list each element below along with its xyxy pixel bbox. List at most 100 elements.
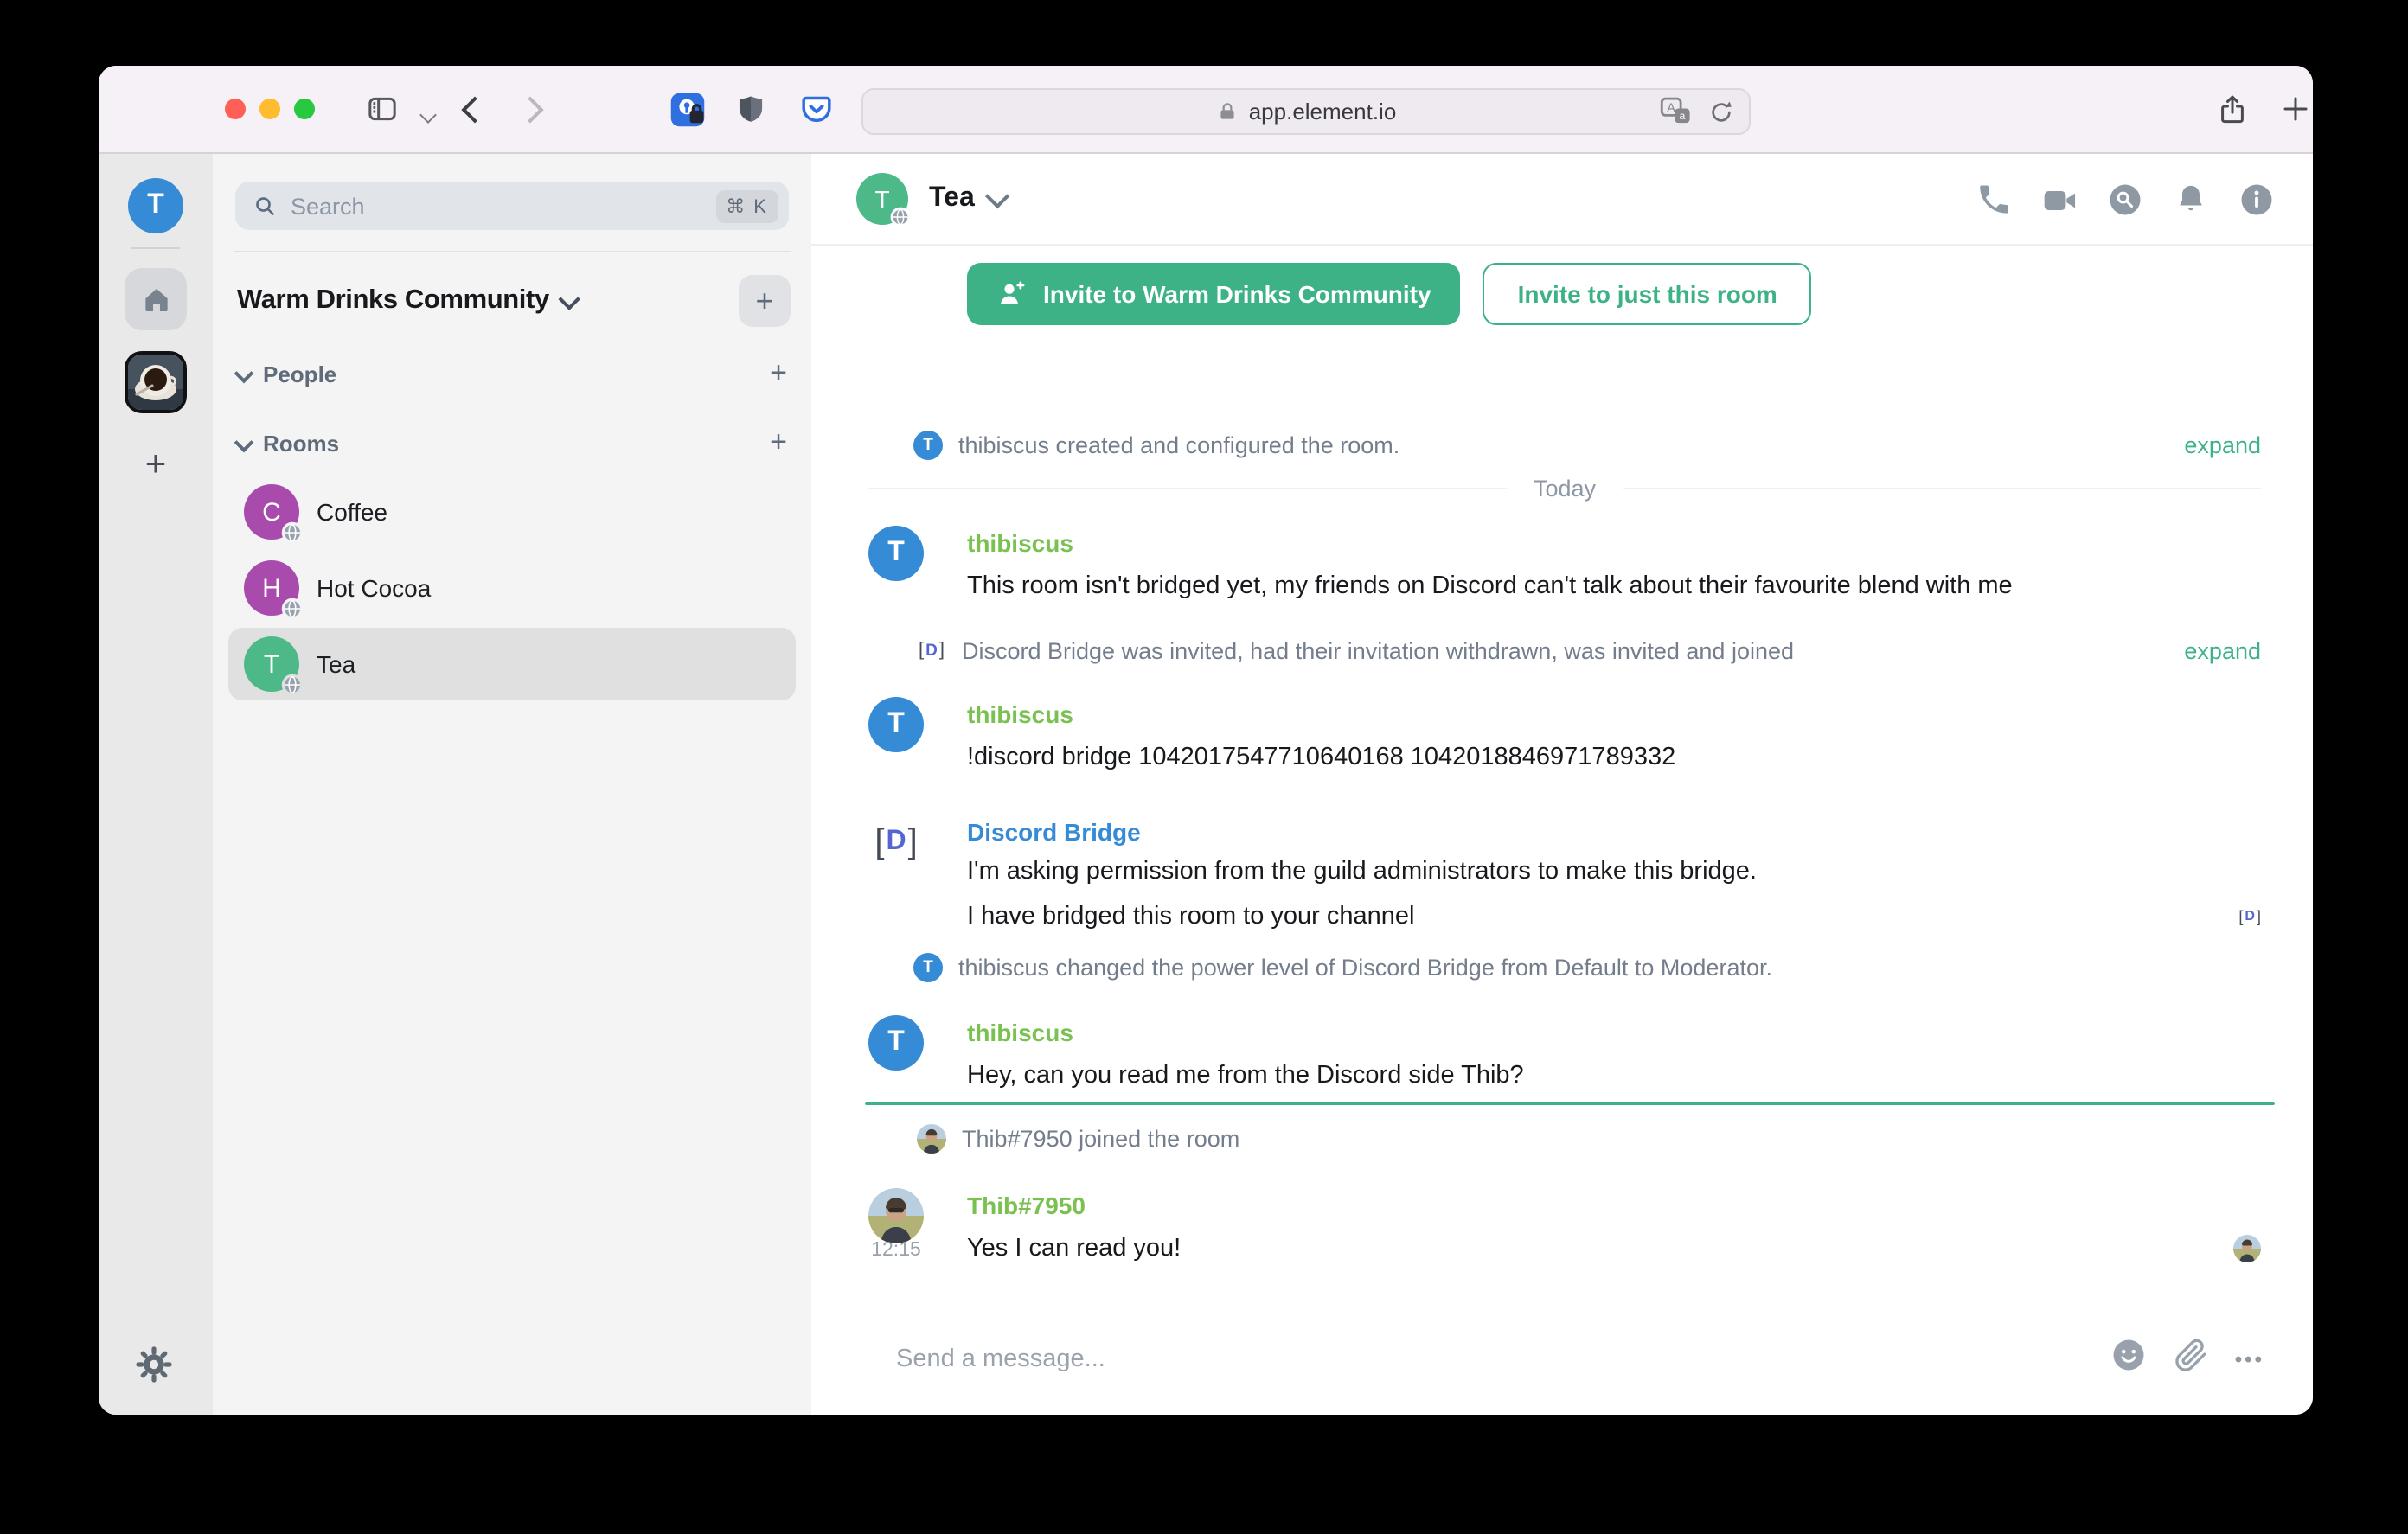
- section-rooms[interactable]: Rooms +: [234, 424, 787, 462]
- event-text: thibiscus changed the power level of Dis…: [958, 954, 1772, 980]
- message-timeline: Invite to Warm Drinks Community Invite t…: [811, 246, 2313, 1318]
- room-search-icon[interactable]: [2107, 181, 2143, 217]
- minimize-window-button[interactable]: [259, 99, 280, 119]
- date-label: Today: [1533, 475, 1597, 501]
- avatar[interactable]: T: [868, 526, 924, 581]
- sidebar-toggle-icon[interactable]: [363, 90, 401, 128]
- emoji-icon[interactable]: [2110, 1337, 2147, 1382]
- chevron-down-icon: [559, 287, 581, 310]
- reload-icon[interactable]: [1707, 98, 1735, 134]
- room-avatar: H: [244, 560, 304, 620]
- event-room-created: T thibiscus created and configured the r…: [811, 425, 2313, 463]
- divider: [131, 247, 180, 249]
- room-header-avatar[interactable]: T: [856, 173, 911, 227]
- expand-link[interactable]: expand: [2184, 431, 2261, 457]
- avatar[interactable]: T: [868, 697, 924, 752]
- avatar[interactable]: T: [868, 1015, 924, 1071]
- search-shortcut-badge: ⌘ K: [715, 189, 778, 222]
- room-item-coffee[interactable]: C Coffee: [228, 476, 796, 548]
- sender-name[interactable]: Thib#7950: [967, 1188, 2261, 1223]
- add-room-button[interactable]: +: [770, 425, 787, 460]
- room-avatar-letter: C: [262, 497, 281, 527]
- notifications-icon[interactable]: [2173, 181, 2209, 217]
- attachment-icon[interactable]: [2173, 1337, 2209, 1382]
- room-avatar: T: [244, 636, 304, 696]
- forward-icon[interactable]: [510, 90, 548, 128]
- invite-bar: Invite to Warm Drinks Community Invite t…: [967, 263, 2261, 325]
- community-name: Warm Drinks Community: [237, 285, 549, 315]
- back-icon[interactable]: [455, 90, 493, 128]
- room-info-icon[interactable]: [2238, 181, 2275, 217]
- address-bar[interactable]: app.element.io A a: [861, 88, 1751, 135]
- url-text: app.element.io: [1248, 99, 1397, 125]
- date-separator: Today: [811, 470, 2313, 505]
- password-manager-extension-icon[interactable]: [668, 90, 706, 128]
- pocket-extension-icon[interactable]: [797, 90, 836, 128]
- photo-avatar[interactable]: [868, 1188, 924, 1243]
- add-space-button[interactable]: +: [99, 441, 213, 489]
- shield-extension-icon[interactable]: [732, 90, 770, 128]
- svg-text:a: a: [1679, 110, 1685, 122]
- invite-to-room-button[interactable]: Invite to just this room: [1483, 263, 1812, 325]
- section-label: People: [263, 361, 337, 387]
- avatar: T: [913, 952, 943, 981]
- search-input[interactable]: Search ⌘ K: [235, 182, 789, 230]
- message-thib-7950: 12:15 Thib#7950 Yes I can read you!: [811, 1188, 2313, 1269]
- globe-badge-icon: [280, 521, 304, 545]
- add-people-button[interactable]: +: [770, 356, 787, 391]
- read-receipt-discord[interactable]: [D]: [2238, 894, 2261, 939]
- sender-name[interactable]: Discord Bridge: [967, 815, 2261, 849]
- discord-avatar[interactable]: [D]: [868, 815, 924, 870]
- room-title[interactable]: Tea: [929, 183, 975, 214]
- close-window-button[interactable]: [225, 99, 246, 119]
- space-avatar-warm-drinks[interactable]: [125, 351, 187, 413]
- sender-name[interactable]: thibiscus: [967, 697, 2261, 732]
- room-header: T Tea: [811, 154, 2313, 246]
- sender-name[interactable]: thibiscus: [967, 526, 2261, 560]
- share-icon[interactable]: [2213, 90, 2251, 128]
- coffee-photo: [128, 355, 183, 410]
- invite-primary-label: Invite to Warm Drinks Community: [1043, 280, 1431, 308]
- settings-button[interactable]: [131, 1342, 176, 1387]
- sender-name[interactable]: thibiscus: [967, 1015, 2261, 1050]
- room-name: Hot Cocoa: [317, 574, 432, 602]
- new-tab-icon[interactable]: [2277, 90, 2313, 128]
- gear-icon: [136, 1346, 172, 1383]
- globe-badge-icon: [280, 597, 304, 621]
- lock-icon: [1220, 103, 1234, 119]
- zoom-window-button[interactable]: [294, 99, 315, 119]
- message-thibiscus-1: T thibiscus This room isn't bridged yet,…: [811, 526, 2313, 607]
- community-add-button[interactable]: +: [739, 275, 791, 327]
- room-item-tea[interactable]: T Tea: [228, 628, 796, 700]
- search-placeholder: Search: [291, 193, 365, 219]
- room-avatar-letter: T: [263, 649, 280, 679]
- space-bar: T +: [99, 154, 213, 1415]
- message-thibiscus-3: T thibiscus Hey, can you read me from th…: [811, 1015, 2313, 1096]
- composer-placeholder: Send a message...: [896, 1345, 1105, 1373]
- event-text: Thib#7950 joined the room: [962, 1125, 1240, 1151]
- read-receipt-avatar[interactable]: [2233, 1235, 2261, 1262]
- chevron-down-icon[interactable]: [985, 184, 1011, 209]
- globe-badge-icon: [280, 673, 304, 697]
- voice-call-icon[interactable]: [1976, 181, 2012, 217]
- translate-icon[interactable]: A a: [1657, 93, 1694, 138]
- more-options-icon[interactable]: •••: [2235, 1347, 2264, 1371]
- room-item-hot-cocoa[interactable]: H Hot Cocoa: [228, 552, 796, 624]
- community-header[interactable]: Warm Drinks Community +: [237, 275, 791, 327]
- expand-link[interactable]: expand: [2184, 637, 2261, 663]
- section-people[interactable]: People +: [234, 355, 787, 393]
- event-power-level: T thibiscus changed the power level of D…: [811, 948, 2313, 986]
- message-composer[interactable]: Send a message... •••: [811, 1318, 2313, 1401]
- message-text-with-receipt: I have bridged this room to your channel…: [967, 894, 2261, 939]
- home-button[interactable]: [125, 268, 187, 330]
- chevron-down-icon: [234, 432, 254, 453]
- message-discord-bridge: [D] Discord Bridge I'm asking permission…: [811, 815, 2313, 939]
- invite-to-community-button[interactable]: Invite to Warm Drinks Community: [967, 263, 1461, 325]
- room-avatar: C: [244, 484, 304, 544]
- home-icon: [144, 288, 167, 310]
- invite-secondary-label: Invite to just this room: [1517, 280, 1777, 308]
- event-thib-joined: Thib#7950 joined the room: [811, 1119, 2313, 1157]
- user-avatar[interactable]: T: [128, 178, 183, 233]
- video-call-icon[interactable]: [2041, 181, 2078, 217]
- sidebar-menu-chevron-icon[interactable]: [408, 95, 446, 133]
